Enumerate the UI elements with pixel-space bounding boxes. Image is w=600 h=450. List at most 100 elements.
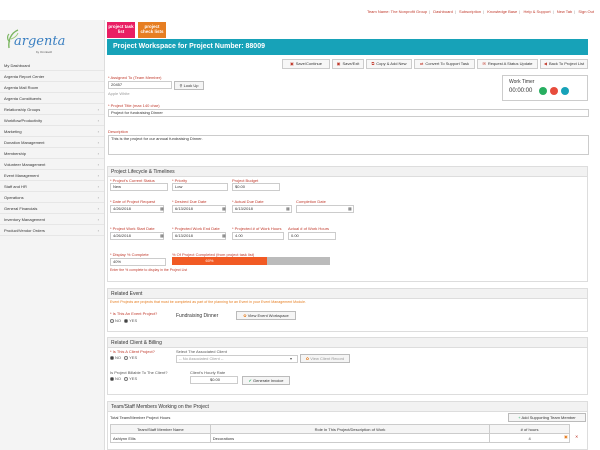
budget-input[interactable]: $0.00 — [232, 183, 280, 191]
title-label: * Project Title (max 140 char) — [108, 103, 160, 108]
generate-invoice-button[interactable]: ✔ Generate Invoice — [242, 376, 290, 385]
sidebar-item-label: Event Management — [4, 173, 39, 178]
client-select[interactable]: -- No Associated Client -- — [176, 355, 298, 363]
start-label: * Project Work Start Date — [110, 226, 155, 231]
sidebar-item[interactable]: Argenta Mail Room — [0, 82, 104, 93]
sidebar-item[interactable]: Membership › — [0, 148, 104, 159]
title-input[interactable]: Project for fundraising Dinner — [108, 109, 589, 117]
start-input[interactable]: 4/26/2018 — [110, 232, 164, 240]
assigned-label: * Assigned To (Team Member) — [108, 75, 162, 80]
end-input[interactable]: 6/13/2018 — [172, 232, 226, 240]
client-no-radio[interactable] — [110, 355, 114, 360]
event-yes-radio[interactable] — [124, 318, 129, 323]
billable-no-radio[interactable] — [110, 376, 114, 381]
sidebar-item[interactable]: My Dashboard — [0, 60, 104, 71]
lookup-button[interactable]: ⚲ Look Up — [174, 81, 204, 90]
desired-due-input[interactable]: 6/13/2018 — [172, 205, 226, 213]
chevron-right-icon: › — [97, 151, 99, 156]
chevron-right-icon: › — [97, 206, 99, 211]
row-hours[interactable]: 4 — [489, 433, 570, 443]
row-name[interactable]: Ashlynn Ellis — [110, 433, 211, 443]
client-billing-section: Related Client & Billing — [107, 337, 588, 395]
dashboard-link[interactable]: Dashboard — [433, 9, 453, 14]
client-yes-radio[interactable] — [124, 355, 129, 360]
event-no-radio[interactable] — [110, 318, 114, 323]
delete-row-icon[interactable]: ✕ — [575, 434, 578, 439]
sidebar-item-label: Argenta Report Center — [4, 74, 45, 79]
sidebar-item[interactable]: Marketing › — [0, 126, 104, 137]
log-icon[interactable] — [561, 87, 569, 95]
sidebar-item-label: Membership — [4, 151, 27, 156]
sidebar-item[interactable]: Product/Vendor Orders › — [0, 225, 104, 236]
calendar-icon[interactable]: ▦ — [348, 206, 352, 211]
team-name-link[interactable]: Team Name: The Nonprofit Group — [367, 9, 427, 14]
priority-select[interactable]: Low — [172, 183, 228, 191]
sidebar-item[interactable]: Argenta Report Center — [0, 71, 104, 82]
sidebar-item[interactable]: Relationship Groups › — [0, 104, 104, 115]
sidebar-item[interactable]: Event Management › — [0, 170, 104, 181]
sidebar-item-label: Inventory Management — [4, 217, 45, 222]
actual-hours-input[interactable]: 0.00 — [288, 232, 336, 240]
sidebar-item-label: Relationship Groups — [4, 107, 41, 112]
new-tab-link[interactable]: New Tab — [557, 9, 573, 14]
calendar-icon[interactable]: ▦ — [160, 206, 164, 211]
sidebar-item[interactable]: Staff and HR › — [0, 181, 104, 192]
logo-text: argenta — [14, 34, 66, 49]
play-icon[interactable] — [539, 87, 547, 95]
billable-yes-radio[interactable] — [124, 376, 129, 381]
save-row-icon[interactable]: ▣ — [564, 434, 568, 439]
description-textarea[interactable]: This is the project for our annual fundr… — [108, 135, 589, 155]
request-status-button[interactable]: ✉ Request A Status Update — [477, 59, 538, 69]
sidebar-item[interactable]: Operations › — [0, 192, 104, 203]
pct-input[interactable]: 40% — [110, 258, 166, 266]
event-name: Fundraising Dinner — [176, 313, 219, 319]
stop-icon[interactable] — [550, 87, 558, 95]
completion-input[interactable] — [296, 205, 354, 213]
tab-check-lists[interactable]: project check lists — [138, 22, 166, 38]
client-radio-group: NO YES — [110, 355, 137, 360]
subscription-link[interactable]: Subscription — [459, 9, 481, 14]
sidebar-item[interactable]: Donation Management › — [0, 137, 104, 148]
assigned-input[interactable]: 20457 — [108, 81, 172, 89]
proj-hours-input[interactable]: 4.00 — [232, 232, 284, 240]
tab-task-list[interactable]: project task list — [107, 22, 135, 38]
add-team-member-button[interactable]: + Add Supporting Team Member — [508, 413, 586, 422]
actual-due-input[interactable]: 6/13/2018 — [232, 205, 292, 213]
sidebar-item[interactable]: Argenta Constituents — [0, 93, 104, 104]
view-event-button[interactable]: ✿ View Event Workspace — [236, 311, 296, 320]
event-icon: ✿ — [243, 313, 247, 318]
sidebar-item-label: My Dashboard — [4, 63, 31, 68]
sidebar-item-label: Operations — [4, 195, 24, 200]
col-name-header: Team/Staff Member Name — [110, 424, 211, 434]
date-request-input[interactable]: 4/26/2018 — [110, 205, 164, 213]
assigned-name: Apple White — [108, 91, 130, 96]
sidebar-item[interactable]: Workflow/Productivity › — [0, 115, 104, 126]
calendar-icon[interactable]: ▦ — [286, 206, 290, 211]
copy-add-new-button[interactable]: ⧉ Copy & Add New — [366, 59, 412, 69]
calendar-icon[interactable]: ▦ — [222, 206, 226, 211]
view-client-button[interactable]: ✿ View Client Record — [300, 354, 350, 363]
sidebar-item-label: Marketing — [4, 129, 22, 134]
status-select[interactable]: New — [110, 183, 168, 191]
rate-input[interactable]: $0.00 — [190, 376, 238, 384]
sign-out-link[interactable]: Sign Out — [578, 9, 594, 14]
calendar-icon[interactable]: ▦ — [222, 233, 226, 238]
table-header-row: Team/Staff Member Name Role In This Proj… — [110, 424, 570, 434]
save-exit-button[interactable]: ▣ Save/Exit — [332, 59, 364, 69]
knowledge-base-link[interactable]: Knowledge Base — [487, 9, 517, 14]
save-icon: ▣ — [289, 61, 294, 66]
back-to-list-button[interactable]: ◀ Back To Project List — [540, 59, 588, 69]
chevron-right-icon: › — [97, 129, 99, 134]
convert-support-task-button[interactable]: ⇄ Convert To Support Task — [414, 59, 475, 69]
sidebar-item[interactable]: General Financials › — [0, 203, 104, 214]
related-event-section: Related Event — [107, 288, 588, 332]
logo[interactable]: argenta by Omnisoft — [0, 20, 104, 60]
row-role[interactable]: Decorations — [209, 433, 491, 443]
sidebar-item[interactable]: Volunteer Management › — [0, 159, 104, 170]
calendar-icon[interactable]: ▦ — [160, 233, 164, 238]
sidebar-item[interactable]: Inventory Management › — [0, 214, 104, 225]
actual-hours-label: Actual # of Work Hours — [288, 226, 330, 231]
save-continue-button[interactable]: ▣ Save/Continue — [282, 59, 330, 69]
description-label: Description — [108, 129, 129, 134]
help-support-link[interactable]: Help & Support — [523, 9, 550, 14]
